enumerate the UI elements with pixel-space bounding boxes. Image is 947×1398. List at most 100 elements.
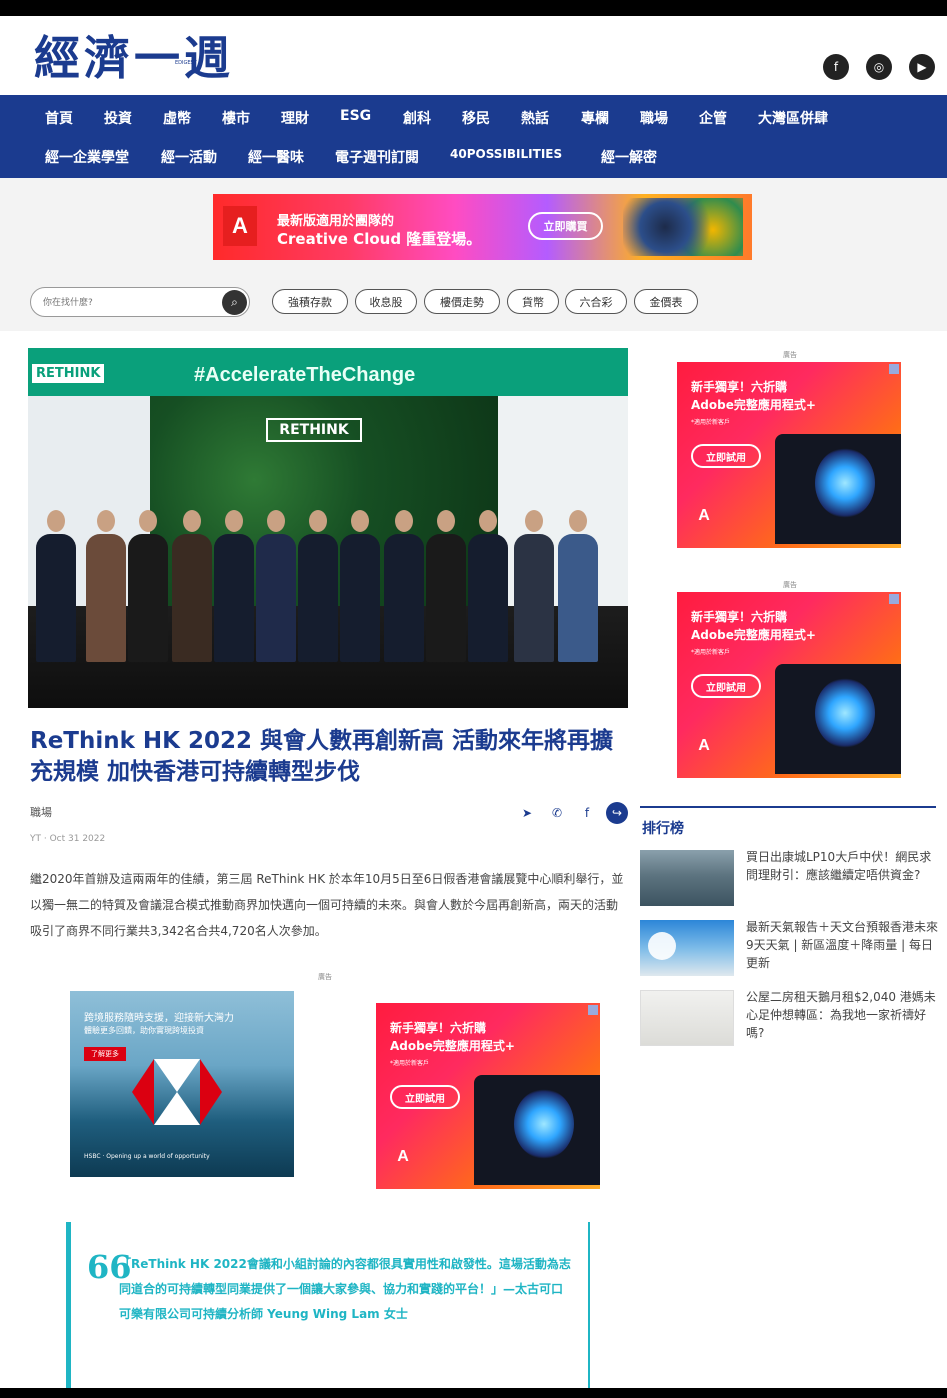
nav-item-home[interactable]: 首頁 bbox=[45, 108, 73, 128]
hero-brand-badge: RETHINK bbox=[32, 364, 105, 383]
article-author[interactable]: 職場 bbox=[30, 804, 52, 820]
adobe-ad-line1: 新手獨享！六折購 bbox=[390, 1021, 487, 1035]
article-date: YT · Oct 31 2022 bbox=[30, 834, 106, 844]
hero-person bbox=[384, 510, 424, 662]
hero-person bbox=[128, 510, 168, 662]
search-input[interactable] bbox=[43, 294, 213, 312]
nav-item-crypto[interactable]: 虛幣 bbox=[163, 108, 191, 128]
ranking-title[interactable]: 公屋二房租天鵝月租$2,040 港媽未心足仲想轉區：為我地一家祈禱好嗎? bbox=[746, 988, 938, 1042]
hsbc-ad-footer: HSBC · Opening up a world of opportunity bbox=[84, 1153, 210, 1160]
nav-item-gba[interactable]: 大灣區併肆 bbox=[758, 108, 828, 128]
nav-item-management[interactable]: 企管 bbox=[699, 108, 727, 128]
instagram-icon[interactable]: ◎ bbox=[866, 54, 892, 80]
hero-person bbox=[256, 510, 296, 662]
nav-item-migration[interactable]: 移民 bbox=[462, 108, 490, 128]
adobe-ad-inline[interactable]: 新手獨享！六折購 Adobe完整應用程式+ *適用於新客戶 立即試用 A bbox=[376, 1003, 600, 1189]
youtube-icon[interactable]: ▶ bbox=[909, 54, 935, 80]
main-nav: 首頁 投資 虛幣 樓市 理財 ESG 創科 移民 熱話 專欄 職場 企管 大灣區… bbox=[0, 95, 947, 178]
tag-currency[interactable]: 貨幣 bbox=[507, 289, 559, 314]
adobe-logo-icon: A bbox=[223, 206, 257, 246]
hsbc-hexagon-logo-icon bbox=[132, 1059, 222, 1125]
telegram-share-icon[interactable]: ➤ bbox=[516, 802, 538, 824]
site-logo-sub: EDIGEST bbox=[175, 60, 197, 66]
nav-item-decode[interactable]: 經一解密 bbox=[601, 147, 657, 167]
hero-person bbox=[558, 510, 598, 662]
adobe-ad-line3: *適用於新客戶 bbox=[390, 1060, 430, 1067]
hero-hashtag: #AccelerateTheChange bbox=[194, 364, 416, 386]
hero-person bbox=[468, 510, 508, 662]
hero-person bbox=[86, 510, 126, 662]
adobe-ad-line1: 新手獨享！六折購 bbox=[691, 380, 788, 394]
adobe-ad-line3: *適用於新客戶 bbox=[691, 649, 731, 656]
nav-item-medical[interactable]: 經一醫味 bbox=[248, 147, 304, 167]
sidebar-ad-label: 廣告 bbox=[783, 581, 797, 589]
ranking-item[interactable]: 公屋二房租天鵝月租$2,040 港媽未心足仲想轉區：為我地一家祈禱好嗎? bbox=[640, 990, 940, 1046]
nav-item-esg[interactable]: ESG bbox=[340, 108, 371, 124]
hero-banner: RETHINK #AccelerateTheChange bbox=[28, 348, 628, 396]
nav-item-40possibilities[interactable]: 40POSSIBILITIES bbox=[450, 147, 562, 161]
tag-gold-price[interactable]: 金價表 bbox=[634, 289, 698, 314]
ranking-title[interactable]: 最新天氣報告＋天文台預報香港未來9天天氣 | 新區溫度＋降雨量 | 每日更新 bbox=[746, 918, 938, 972]
tag-dividend[interactable]: 收息股 bbox=[355, 289, 417, 314]
ranking-thumbnail[interactable] bbox=[640, 920, 734, 976]
in-article-ad-label: 廣告 bbox=[318, 973, 332, 981]
adobe-logo-icon: A bbox=[397, 1148, 409, 1165]
article-lead: 繼2020年首辦及這兩兩年的佳績，第三屆 ReThink HK 於本年10月5日… bbox=[30, 872, 624, 938]
ad-choices-icon[interactable] bbox=[889, 364, 899, 374]
hsbc-ad[interactable]: 跨境服務隨時支援，迎接新大灣力 體驗更多回饋，助你實現跨境投資 了解更多 HSB… bbox=[70, 991, 294, 1177]
nav-item-invest[interactable]: 投資 bbox=[104, 108, 132, 128]
hero-person bbox=[36, 510, 76, 662]
facebook-icon[interactable]: f bbox=[823, 54, 849, 80]
whatsapp-share-icon[interactable]: ✆ bbox=[546, 802, 568, 824]
nav-item-property[interactable]: 樓市 bbox=[222, 108, 250, 128]
adobe-ad-sidebar-2[interactable]: 新手獨享！六折購 Adobe完整應用程式+ *適用於新客戶 立即試用 A bbox=[677, 592, 901, 778]
tag-property-trend[interactable]: 樓價走勢 bbox=[424, 289, 500, 314]
hero-screen-logo: RETHINK bbox=[266, 418, 362, 442]
rankings-title: 排行榜 bbox=[642, 821, 684, 837]
hsbc-ad-button[interactable]: 了解更多 bbox=[84, 1047, 126, 1061]
ranking-thumbnail[interactable] bbox=[640, 990, 734, 1046]
ranking-item[interactable]: 最新天氣報告＋天文台預報香港未來9天天氣 | 新區溫度＋降雨量 | 每日更新 bbox=[640, 920, 940, 976]
hero-person bbox=[426, 510, 466, 662]
nav-item-column[interactable]: 專欄 bbox=[581, 108, 609, 128]
share-icon[interactable]: ↪ bbox=[606, 802, 628, 824]
top-ad-band: A 最新版適用於團隊的 Creative Cloud 隆重登場。 立即購買 bbox=[0, 178, 947, 273]
search-bar-band: ⌕ 強積存款 收息股 樓價走勢 貨幣 六合彩 金價表 bbox=[0, 273, 947, 331]
nav-item-subscribe[interactable]: 電子週刊訂閱 bbox=[335, 147, 419, 167]
site-header: 經濟一週 EDIGEST f ◎ ▶ bbox=[0, 16, 947, 95]
adobe-ad-line1: 新手獨享！六折購 bbox=[691, 610, 788, 624]
site-logo[interactable]: 經濟一週 bbox=[34, 22, 234, 88]
nav-item-career[interactable]: 職場 bbox=[640, 108, 668, 128]
top-ad-artwork bbox=[623, 198, 743, 256]
top-ad-button[interactable]: 立即購買 bbox=[528, 212, 603, 240]
adobe-ad-sidebar-1[interactable]: 新手獨享！六折購 Adobe完整應用程式+ *適用於新客戶 立即試用 A bbox=[677, 362, 901, 548]
search-icon[interactable]: ⌕ bbox=[222, 290, 247, 315]
facebook-share-icon[interactable]: f bbox=[576, 802, 598, 824]
ad-choices-icon[interactable] bbox=[588, 1005, 598, 1015]
tag-mpf[interactable]: 強積存款 bbox=[272, 289, 348, 314]
hsbc-ad-line2: 體驗更多回饋，助你實現跨境投資 bbox=[84, 1026, 204, 1035]
ranking-thumbnail[interactable] bbox=[640, 850, 734, 906]
top-banner-ad[interactable]: A 最新版適用於團隊的 Creative Cloud 隆重登場。 立即購買 bbox=[213, 194, 752, 260]
nav-item-academy[interactable]: 經一企業學堂 bbox=[45, 147, 129, 167]
hero-person bbox=[298, 510, 338, 662]
hsbc-ad-line1: 跨境服務隨時支援，迎接新大灣力 bbox=[84, 1013, 234, 1024]
nav-item-tech[interactable]: 創科 bbox=[403, 108, 431, 128]
adobe-ad-line2: Adobe完整應用程式+ bbox=[390, 1039, 515, 1053]
nav-item-finance[interactable]: 理財 bbox=[281, 108, 309, 128]
observatory-logo-icon bbox=[648, 932, 676, 960]
ranking-item[interactable]: 買日出康城LP10大戶中伏！網民求問理財引：應該繼續定唔供資金? bbox=[640, 850, 940, 906]
ad-choices-icon[interactable] bbox=[889, 594, 899, 604]
ranking-title[interactable]: 買日出康城LP10大戶中伏！網民求問理財引：應該繼續定唔供資金? bbox=[746, 848, 938, 884]
adobe-ad-line2: Adobe完整應用程式+ bbox=[691, 628, 816, 642]
sidebar-ad-label: 廣告 bbox=[783, 351, 797, 359]
nav-item-events[interactable]: 經一活動 bbox=[161, 147, 217, 167]
laptop-artwork bbox=[474, 1075, 600, 1185]
adobe-ad-button[interactable]: 立即試用 bbox=[390, 1085, 460, 1109]
adobe-ad-line3: *適用於新客戶 bbox=[691, 419, 731, 426]
nav-item-trending[interactable]: 熱話 bbox=[521, 108, 549, 128]
top-ad-line1: 最新版適用於團隊的 bbox=[277, 214, 395, 229]
adobe-ad-button[interactable]: 立即試用 bbox=[691, 674, 761, 698]
adobe-ad-button[interactable]: 立即試用 bbox=[691, 444, 761, 468]
tag-mark-six[interactable]: 六合彩 bbox=[565, 289, 627, 314]
